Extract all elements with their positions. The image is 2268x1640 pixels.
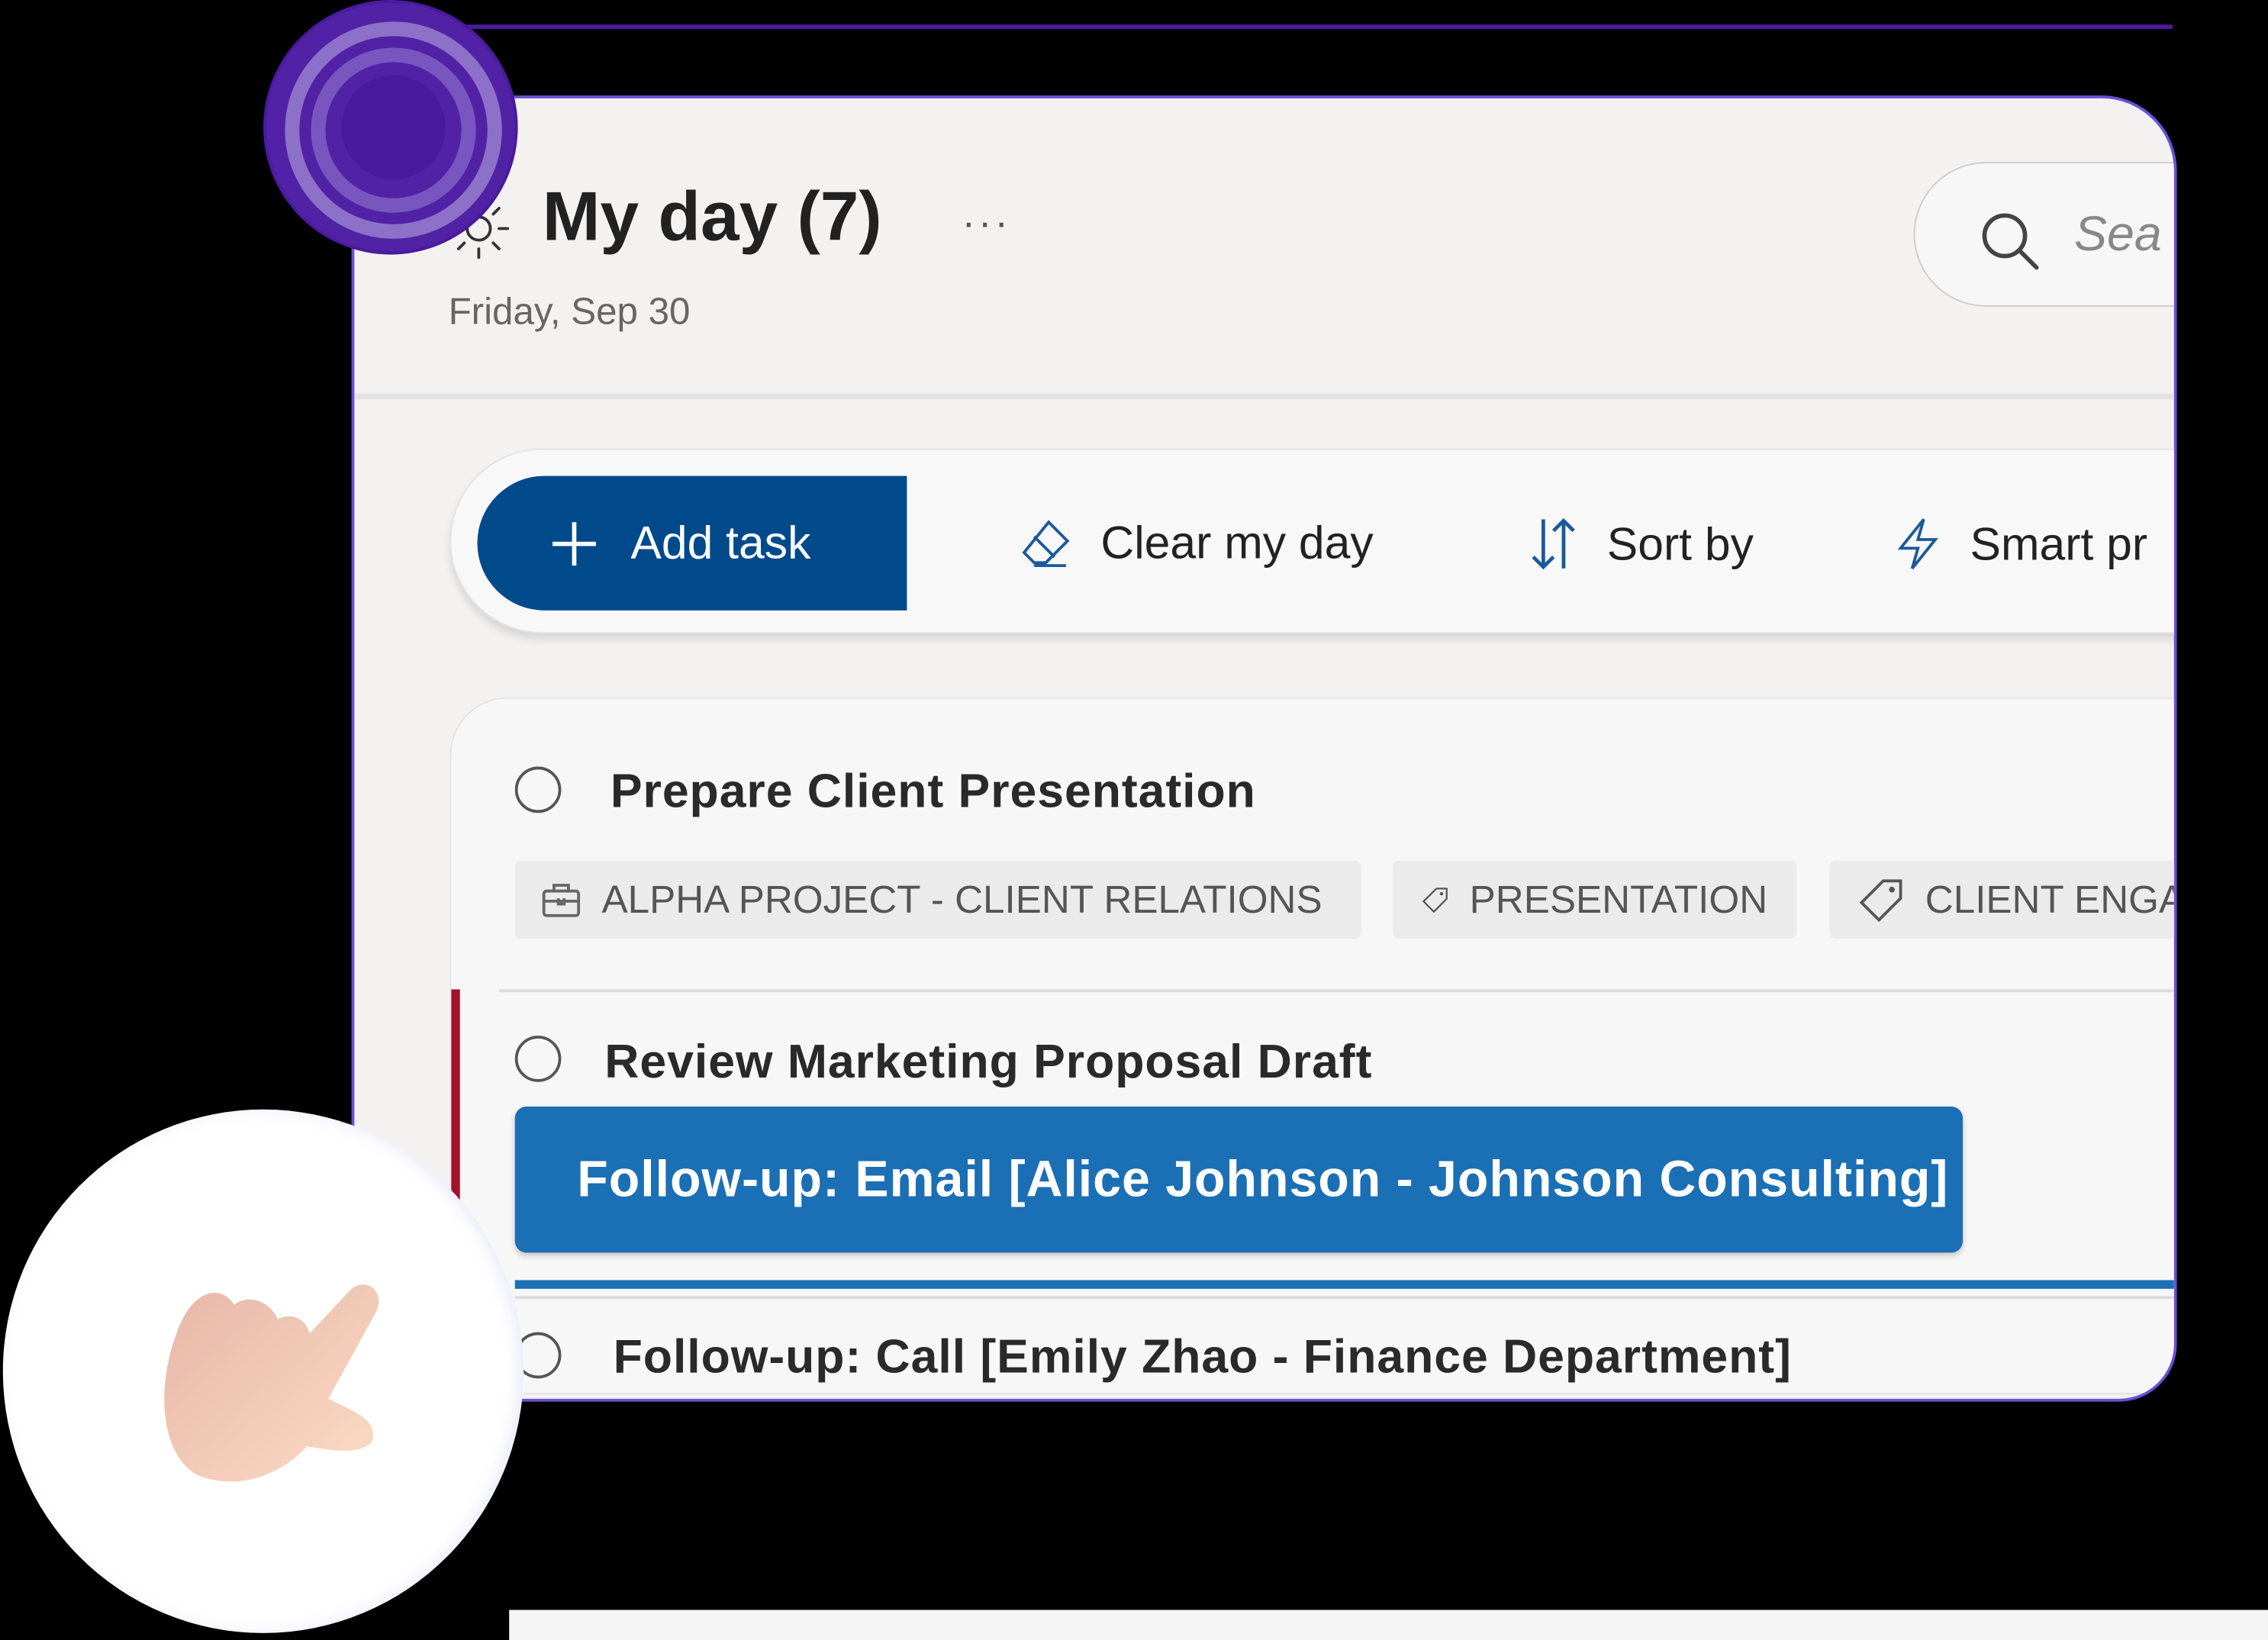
project-chip[interactable]: ALPHA PROJECT - CLIENT RELATIONS <box>514 860 1361 939</box>
page-title: My day (7) <box>542 179 882 256</box>
chip-label: ALPHA PROJECT - CLIENT RELATIONS <box>601 877 1322 921</box>
sort-by-button[interactable]: Sort by <box>1529 517 1754 572</box>
add-task-label: Add task <box>630 516 811 569</box>
add-task-button[interactable]: Add task <box>477 475 907 611</box>
my-day-window: My day (7) ··· Friday, Sep 30 Sea Add ta… <box>351 95 2177 1402</box>
drop-indicator <box>514 1280 2174 1289</box>
eraser-icon <box>1022 519 1070 567</box>
task-complete-radio[interactable] <box>514 1036 562 1082</box>
chip-label: CLIENT ENGAG <box>1925 877 2174 921</box>
task-divider <box>514 1296 2174 1300</box>
tag-icon <box>1422 888 1448 913</box>
tag-chip[interactable]: CLIENT ENGAG <box>1829 860 2174 939</box>
decorative-line <box>419 24 2173 29</box>
more-options-button[interactable]: ··· <box>962 200 1010 246</box>
task-divider <box>498 989 2174 993</box>
pulse-indicator-icon <box>263 0 518 255</box>
tag-icon <box>1859 879 1902 923</box>
lightning-icon <box>1897 518 1938 570</box>
smart-prioritize-button[interactable]: Smart pr <box>1895 517 2147 572</box>
task-title[interactable]: Follow-up: Call [Emily Zhao - Finance De… <box>614 1332 1792 1381</box>
hand-cursor-badge <box>2 1109 524 1633</box>
header-divider <box>354 393 2174 400</box>
search-input[interactable]: Sea <box>1913 162 2174 307</box>
task-complete-radio[interactable] <box>514 766 562 814</box>
smart-prioritize-label: Smart pr <box>1970 517 2148 569</box>
clear-my-day-button[interactable]: Clear my day <box>1020 516 1374 570</box>
dragged-task-item[interactable]: Follow-up: Email [Alice Johnson - Johnso… <box>514 1106 1964 1253</box>
tag-chip[interactable]: PRESENTATION <box>1393 860 1797 939</box>
toolbar: Add task Clear my day Sort by Smart pr <box>449 448 2174 634</box>
clear-my-day-label: Clear my day <box>1100 516 1374 569</box>
task-title[interactable]: Review Marketing Proposal Draft <box>604 1037 1372 1085</box>
pointing-hand-icon <box>164 1284 379 1482</box>
background-strip <box>509 1609 2268 1640</box>
search-icon <box>1982 213 2039 270</box>
current-date: Friday, Sep 30 <box>448 289 691 333</box>
plus-icon <box>553 521 596 565</box>
priority-indicator <box>451 989 460 1207</box>
chip-label: PRESENTATION <box>1469 877 1768 921</box>
task-title[interactable]: Prepare Client Presentation <box>610 767 1256 815</box>
sort-icon <box>1532 517 1575 570</box>
task-list: Prepare Client Presentation ALPHA PROJEC… <box>449 697 2174 1395</box>
search-placeholder: Sea <box>2074 207 2162 263</box>
sort-by-label: Sort by <box>1606 517 1754 569</box>
briefcase-icon <box>542 884 581 917</box>
